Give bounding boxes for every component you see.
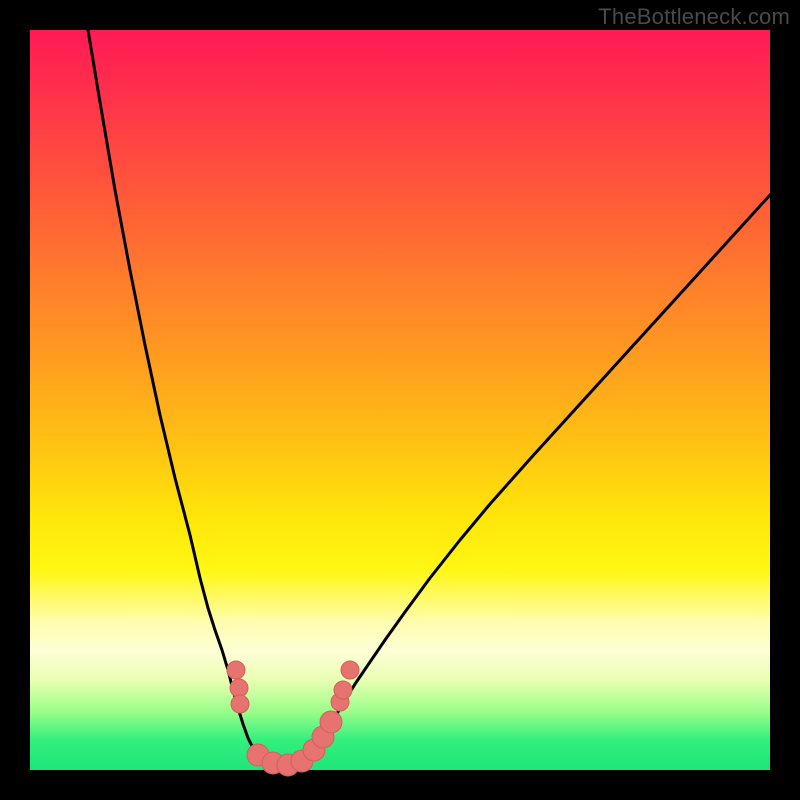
chart-frame: TheBottleneck.com <box>0 0 800 800</box>
data-marker <box>334 681 352 699</box>
data-marker <box>230 679 248 697</box>
bottleneck-curve <box>30 30 770 770</box>
data-marker <box>227 661 245 679</box>
curve-path <box>88 30 770 768</box>
watermark-text: TheBottleneck.com <box>598 4 790 30</box>
data-marker <box>320 711 342 733</box>
data-marker <box>231 695 249 713</box>
plot-area <box>30 30 770 770</box>
data-marker <box>341 661 359 679</box>
